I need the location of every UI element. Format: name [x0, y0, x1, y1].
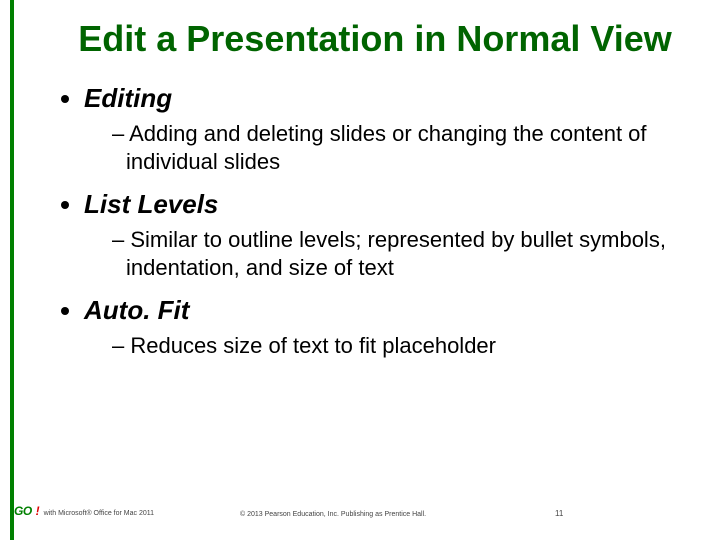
list-item: List Levels – Similar to outline levels;…: [84, 189, 690, 281]
list-subtext: – Adding and deleting slides or changing…: [112, 120, 690, 175]
slide: Edit a Presentation in Normal View Editi…: [0, 0, 720, 540]
brand-bang-text: !: [36, 504, 40, 518]
bullet-list: Editing – Adding and deleting slides or …: [60, 83, 690, 360]
list-subtext: – Reduces size of text to fit placeholde…: [112, 332, 690, 360]
list-heading: Auto. Fit: [84, 295, 189, 325]
slide-title: Edit a Presentation in Normal View: [60, 18, 690, 59]
page-number: 11: [555, 509, 563, 518]
list-heading: List Levels: [84, 189, 218, 219]
list-item: Editing – Adding and deleting slides or …: [84, 83, 690, 175]
footer: GO! with Microsoft® Office for Mac 2011 …: [0, 498, 720, 518]
brand: GO! with Microsoft® Office for Mac 2011: [14, 504, 154, 518]
brand-go-text: GO: [14, 504, 32, 518]
brand-subtext: with Microsoft® Office for Mac 2011: [44, 510, 154, 518]
copyright-text: © 2013 Pearson Education, Inc. Publishin…: [240, 511, 426, 518]
list-subtext: – Similar to outline levels; represented…: [112, 226, 690, 281]
list-heading: Editing: [84, 83, 172, 113]
side-rule: [10, 0, 14, 540]
list-item: Auto. Fit – Reduces size of text to fit …: [84, 295, 690, 360]
